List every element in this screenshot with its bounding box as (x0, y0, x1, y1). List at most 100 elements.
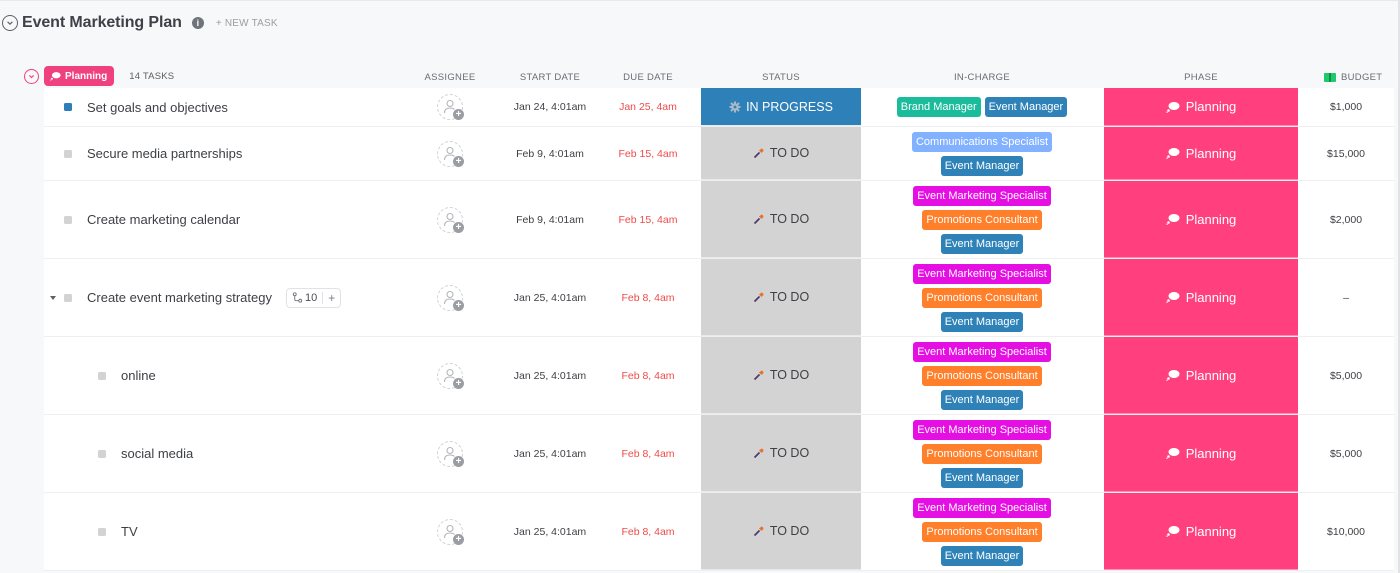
task-status-square-icon[interactable] (64, 215, 72, 224)
column-header-due-date[interactable]: DUE DATE (606, 72, 690, 83)
task-status-square-icon[interactable] (64, 293, 72, 302)
in-charge-tag[interactable]: Promotions Consultant (922, 209, 1042, 230)
add-assignee-icon[interactable]: + (437, 94, 464, 120)
task-name-cell[interactable]: Set goals and objectives (44, 88, 424, 126)
status-cell[interactable]: TO DO (701, 259, 861, 336)
due-date[interactable]: Jan 25, 4am (606, 88, 690, 126)
collapse-list-icon[interactable] (2, 15, 18, 31)
start-date[interactable]: Jan 25, 4:01am (504, 415, 596, 492)
add-subtask-button[interactable]: + (323, 291, 340, 305)
assignee-cell[interactable]: + (430, 337, 470, 414)
subtask-badge[interactable]: 10 + (286, 287, 342, 308)
in-charge-tag[interactable]: Event Marketing Specialist (913, 497, 1051, 518)
in-charge-tag[interactable]: Promotions Consultant (922, 287, 1042, 308)
start-date[interactable]: Jan 24, 4:01am (504, 88, 596, 126)
add-assignee-icon[interactable]: + (437, 440, 464, 467)
column-header-status[interactable]: STATUS (701, 72, 861, 83)
task-row[interactable]: Secure media partnerships + Feb 9, 4:01am F… (44, 127, 1394, 181)
add-assignee-icon[interactable]: + (437, 518, 464, 545)
info-icon[interactable]: i (191, 17, 204, 29)
task-status-square-icon[interactable] (64, 103, 72, 111)
task-name-cell[interactable]: Secure media partnerships (44, 127, 424, 180)
add-assignee-icon[interactable]: + (437, 284, 464, 311)
assignee-cell[interactable]: + (430, 493, 470, 570)
in-charge-cell[interactable]: Event Marketing Specialist Promotions Con… (864, 337, 1100, 414)
group-status-pill[interactable]: Planning (44, 66, 115, 86)
due-date[interactable]: Feb 8, 4am (606, 493, 690, 570)
phase-cell[interactable]: Planning (1104, 415, 1298, 492)
in-charge-tag[interactable]: Event Manager (940, 467, 1024, 488)
task-name[interactable]: Secure media partnerships (87, 146, 242, 161)
task-status-square-icon[interactable] (98, 449, 106, 458)
task-row[interactable]: Create event marketing strategy 10 + + Jan 2… (44, 259, 1394, 337)
assignee-cell[interactable]: + (430, 259, 470, 336)
task-row[interactable]: TV + Jan 25, 4:01am Feb 8, 4am TO DO Event Ma… (44, 493, 1394, 571)
in-charge-cell[interactable]: Event Marketing Specialist Promotions Con… (864, 415, 1100, 492)
new-task-button[interactable]: + NEW TASK (216, 18, 278, 29)
in-charge-tag[interactable]: Event Manager (940, 389, 1024, 410)
due-date[interactable]: Feb 15, 4am (606, 181, 690, 258)
task-name[interactable]: social media (121, 446, 193, 461)
collapse-group-icon[interactable] (24, 68, 39, 84)
task-row[interactable]: Create marketing calendar + Feb 9, 4:01am F… (44, 181, 1394, 259)
add-assignee-icon[interactable]: + (437, 206, 464, 233)
due-date[interactable]: Feb 8, 4am (606, 337, 690, 414)
phase-cell[interactable]: Planning (1104, 181, 1298, 258)
assignee-cell[interactable]: + (430, 415, 470, 492)
task-name-cell[interactable]: online (44, 337, 424, 414)
in-charge-cell[interactable]: Brand Manager Event Manager (864, 88, 1100, 126)
task-name-cell[interactable]: TV (44, 493, 424, 570)
column-header-in-charge[interactable]: IN-CHARGE (864, 72, 1100, 83)
column-header-phase[interactable]: PHASE (1104, 72, 1298, 83)
due-date[interactable]: Feb 8, 4am (606, 259, 690, 336)
due-date[interactable]: Feb 15, 4am (606, 127, 690, 180)
status-cell[interactable]: TO DO (701, 415, 861, 492)
phase-cell[interactable]: Planning (1104, 337, 1298, 414)
in-charge-tag[interactable]: Event Manager (940, 311, 1024, 332)
task-name-cell[interactable]: social media (44, 415, 424, 492)
task-status-square-icon[interactable] (98, 527, 106, 536)
phase-cell[interactable]: Planning (1104, 127, 1298, 180)
budget-value[interactable]: – (1300, 259, 1392, 336)
status-cell[interactable]: IN PROGRESS (701, 88, 861, 126)
phase-cell[interactable]: Planning (1104, 493, 1298, 570)
expand-subtasks-icon[interactable] (50, 295, 56, 300)
in-charge-tag[interactable]: Event Manager (940, 233, 1024, 254)
column-header-assignee[interactable]: ASSIGNEE (420, 72, 480, 83)
in-charge-tag[interactable]: Event Manager (940, 155, 1024, 176)
start-date[interactable]: Feb 9, 4:01am (504, 127, 596, 180)
start-date[interactable]: Jan 25, 4:01am (504, 493, 596, 570)
in-charge-tag[interactable]: Event Manager (940, 545, 1024, 566)
task-row[interactable]: online + Jan 25, 4:01am Feb 8, 4am TO DO Even… (44, 337, 1394, 415)
budget-value[interactable]: $5,000 (1300, 415, 1392, 492)
budget-value[interactable]: $5,000 (1300, 337, 1392, 414)
task-name[interactable]: Create marketing calendar (87, 212, 240, 227)
in-charge-tag[interactable]: Promotions Consultant (922, 521, 1042, 542)
due-date[interactable]: Feb 8, 4am (606, 415, 690, 492)
start-date[interactable]: Jan 25, 4:01am (504, 259, 596, 336)
start-date[interactable]: Jan 25, 4:01am (504, 337, 596, 414)
budget-value[interactable]: $1,000 (1300, 88, 1392, 126)
task-name-cell[interactable]: Create event marketing strategy 10 + (44, 259, 424, 336)
phase-cell[interactable]: Planning (1104, 259, 1298, 336)
in-charge-cell[interactable]: Event Marketing Specialist Promotions Con… (864, 181, 1100, 258)
assignee-cell[interactable]: + (430, 88, 470, 126)
task-name[interactable]: online (121, 368, 156, 383)
in-charge-tag[interactable]: Promotions Consultant (922, 365, 1042, 386)
status-cell[interactable]: TO DO (701, 337, 861, 414)
phase-cell[interactable]: Planning (1104, 88, 1298, 126)
task-status-square-icon[interactable] (98, 371, 106, 380)
budget-value[interactable]: $15,000 (1300, 127, 1392, 180)
in-charge-tag[interactable]: Event Marketing Specialist (913, 263, 1051, 284)
in-charge-tag[interactable]: Event Marketing Specialist (913, 419, 1051, 440)
task-name-cell[interactable]: Create marketing calendar (44, 181, 424, 258)
in-charge-tag[interactable]: Event Marketing Specialist (913, 341, 1051, 362)
in-charge-cell[interactable]: Event Marketing Specialist Promotions Con… (864, 493, 1100, 570)
column-header-budget[interactable]: BUDGET (1324, 72, 1382, 83)
add-assignee-icon[interactable]: + (437, 140, 464, 167)
status-cell[interactable]: TO DO (701, 493, 861, 570)
status-cell[interactable]: TO DO (701, 127, 861, 180)
assignee-cell[interactable]: + (430, 181, 470, 258)
status-cell[interactable]: TO DO (701, 181, 861, 258)
task-row[interactable]: social media + Jan 25, 4:01am Feb 8, 4am TO … (44, 415, 1394, 493)
